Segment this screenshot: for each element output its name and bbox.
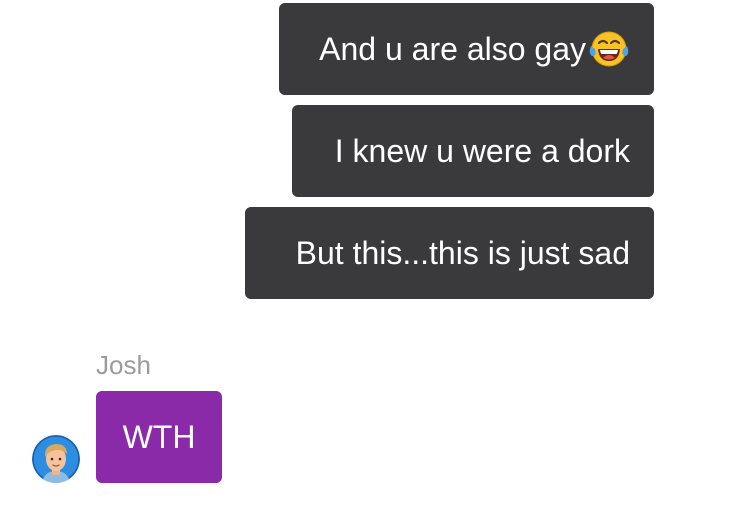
outgoing-message-bubble[interactable]: I knew u were a dork	[292, 105, 654, 197]
face-with-tears-of-joy-icon	[588, 29, 630, 69]
message-text: WTH	[122, 419, 196, 455]
incoming-message-bubble[interactable]: WTH	[96, 391, 222, 483]
message-text: But this...this is just sad	[295, 235, 630, 271]
outgoing-message-bubble[interactable]: And u are also gay	[279, 3, 654, 95]
chat-thread: And u are also gay I knew u were a dork …	[0, 0, 750, 528]
message-text: I knew u were a dork	[334, 133, 630, 169]
sender-name: Josh	[96, 350, 151, 380]
message-text: And u are also gay	[319, 31, 586, 67]
outgoing-message-bubble[interactable]: But this...this is just sad	[245, 207, 654, 299]
josh-avatar[interactable]	[32, 435, 80, 483]
